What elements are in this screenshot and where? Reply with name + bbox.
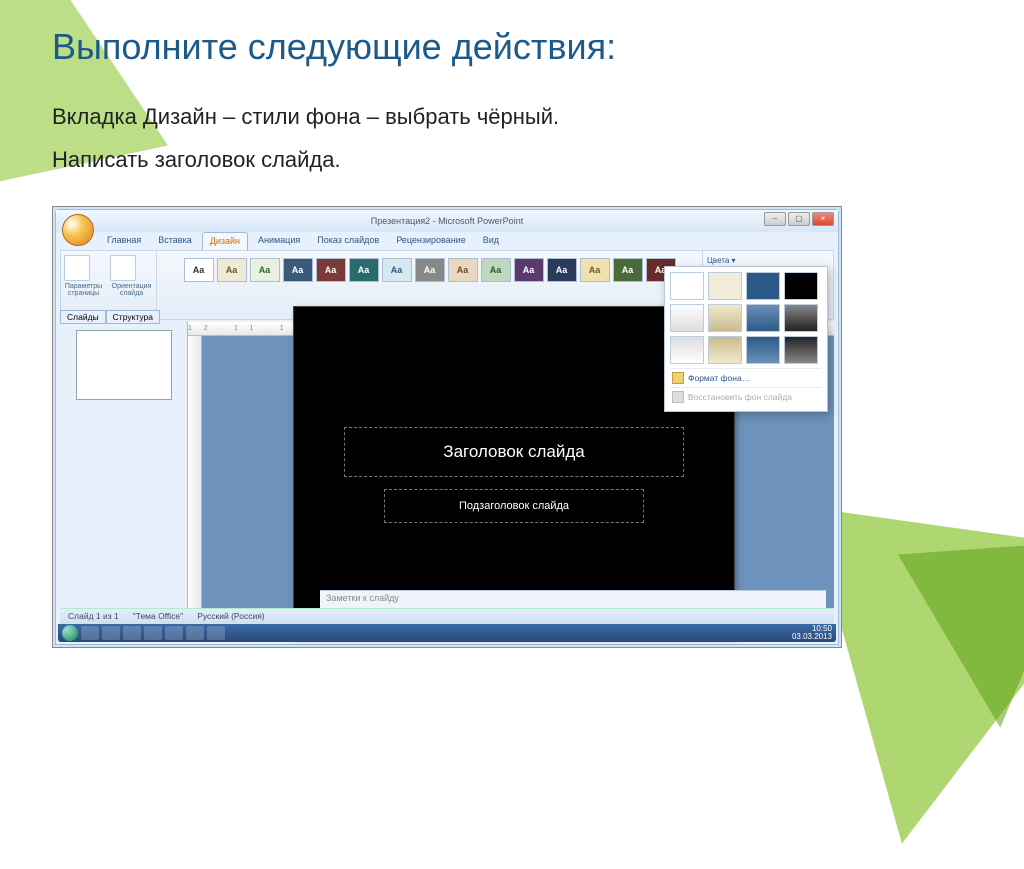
theme-swatch[interactable]: Aa: [448, 258, 478, 282]
theme-swatch[interactable]: Aa: [547, 258, 577, 282]
system-clock: 10:50 03.03.2013: [792, 625, 832, 641]
theme-swatch[interactable]: Aa: [283, 258, 313, 282]
ribbon-tab[interactable]: Дизайн: [202, 232, 248, 250]
background-style-swatch[interactable]: [784, 336, 818, 364]
window-title: Презентация2 - Microsoft PowerPoint: [371, 216, 523, 226]
background-style-swatch[interactable]: [708, 336, 742, 364]
slides-panel: Слайды Структура: [60, 322, 188, 608]
ruler-vertical: [188, 336, 202, 608]
maximize-button[interactable]: ▢: [788, 212, 810, 226]
slide-title: Выполните следующие действия:: [52, 26, 972, 68]
status-theme: "Тема Office": [133, 611, 183, 621]
theme-swatch[interactable]: Aa: [217, 258, 247, 282]
background-style-swatch[interactable]: [670, 272, 704, 300]
background-style-swatch[interactable]: [708, 304, 742, 332]
theme-swatch[interactable]: Aa: [316, 258, 346, 282]
format-background-icon: [672, 372, 684, 384]
theme-swatch[interactable]: Aa: [481, 258, 511, 282]
taskbar-item[interactable]: [207, 626, 225, 640]
background-style-swatch[interactable]: [746, 336, 780, 364]
body-line: Написать заголовок слайда.: [52, 139, 972, 182]
taskbar-item[interactable]: [102, 626, 120, 640]
theme-swatch[interactable]: Aa: [184, 258, 214, 282]
office-button[interactable]: [62, 214, 94, 246]
slide-body: Вкладка Дизайн – стили фона – выбрать чё…: [52, 96, 972, 182]
ribbon-tab[interactable]: Рецензирование: [389, 232, 473, 250]
background-style-swatch[interactable]: [784, 304, 818, 332]
panel-tab-outline[interactable]: Структура: [106, 310, 160, 324]
panel-tab-slides[interactable]: Слайды: [60, 310, 106, 324]
start-button[interactable]: [62, 625, 78, 641]
page-setup-icon[interactable]: [64, 255, 90, 281]
theme-swatch[interactable]: Aa: [349, 258, 379, 282]
background-styles-popup: Формат фона… Восстановить фон слайда: [664, 266, 828, 412]
theme-swatch[interactable]: Aa: [250, 258, 280, 282]
taskbar-item[interactable]: [186, 626, 204, 640]
taskbar-item[interactable]: [144, 626, 162, 640]
reset-background-icon: [672, 391, 684, 403]
ribbon-tab[interactable]: Главная: [100, 232, 148, 250]
minimize-button[interactable]: –: [764, 212, 786, 226]
ribbon-tab[interactable]: Вид: [476, 232, 506, 250]
reset-background-item: Восстановить фон слайда: [670, 387, 822, 406]
ribbon-tab[interactable]: Показ слайдов: [310, 232, 386, 250]
background-style-swatch[interactable]: [746, 272, 780, 300]
theme-swatch[interactable]: Aa: [580, 258, 610, 282]
status-language: Русский (Россия): [197, 611, 264, 621]
theme-swatch[interactable]: Aa: [415, 258, 445, 282]
background-style-swatch[interactable]: [708, 272, 742, 300]
background-style-swatch[interactable]: [784, 272, 818, 300]
notes-pane[interactable]: Заметки к слайду: [320, 590, 826, 608]
title-placeholder[interactable]: Заголовок слайда: [344, 427, 684, 477]
theme-swatch[interactable]: Aa: [382, 258, 412, 282]
taskbar-item[interactable]: [165, 626, 183, 640]
slide-orientation-icon[interactable]: [110, 255, 136, 281]
body-line: Вкладка Дизайн – стили фона – выбрать чё…: [52, 96, 972, 139]
orientation-label: Ориентация слайда: [110, 283, 154, 298]
close-button[interactable]: ×: [812, 212, 834, 226]
slide-thumbnail[interactable]: [76, 330, 172, 400]
ribbon-tab[interactable]: Анимация: [251, 232, 307, 250]
background-style-swatch[interactable]: [670, 336, 704, 364]
taskbar-item[interactable]: [123, 626, 141, 640]
ribbon-group-page-setup: Параметры страницы Ориентация слайда Пар…: [61, 251, 157, 319]
windows-taskbar: 10:50 03.03.2013: [58, 624, 836, 642]
ribbon-tab[interactable]: Вставка: [151, 232, 198, 250]
subtitle-placeholder[interactable]: Подзаголовок слайда: [384, 489, 644, 523]
background-style-swatch[interactable]: [746, 304, 780, 332]
background-style-swatch[interactable]: [670, 304, 704, 332]
ribbon-tabs: ГлавнаяВставкаДизайнАнимацияПоказ слайдо…: [100, 232, 832, 250]
theme-swatch[interactable]: Aa: [613, 258, 643, 282]
format-background-item[interactable]: Формат фона…: [670, 368, 822, 387]
taskbar-item[interactable]: [81, 626, 99, 640]
status-slide-count: Слайд 1 из 1: [68, 611, 119, 621]
page-setup-label: Параметры страницы: [64, 283, 104, 298]
status-bar: Слайд 1 из 1 "Тема Office" Русский (Росс…: [60, 608, 834, 624]
theme-swatch[interactable]: Aa: [514, 258, 544, 282]
window-titlebar: Презентация2 - Microsoft PowerPoint – ▢ …: [56, 210, 838, 232]
powerpoint-screenshot: Презентация2 - Microsoft PowerPoint – ▢ …: [52, 206, 842, 648]
